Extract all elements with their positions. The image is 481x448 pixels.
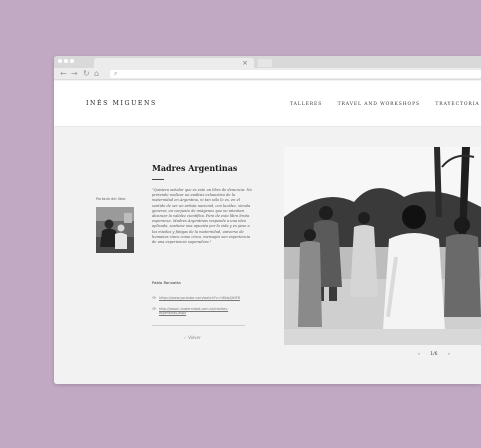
- menu-item-travel-and-workshops[interactable]: TRAVEL AND WORKSHOPS: [338, 102, 420, 107]
- browser-titlebar: ×: [54, 56, 481, 68]
- link-chain-icon: ∞: [152, 295, 157, 301]
- gallery-prev-icon[interactable]: ‹: [418, 352, 420, 357]
- back-link-label: Volver: [188, 335, 201, 340]
- site-header: INÉS MIGUENS TALLERES TRAVEL AND WORKSHO…: [54, 81, 481, 127]
- home-icon[interactable]: ⌂: [94, 68, 99, 80]
- browser-tab[interactable]: ×: [94, 58, 254, 68]
- gallery-next-icon[interactable]: ›: [448, 352, 450, 357]
- main-menu: TALLERES TRAVEL AND WORKSHOPS TRAYECTORI…: [290, 102, 481, 107]
- forward-arrow-icon[interactable]: →: [71, 68, 78, 80]
- gallery-photo[interactable]: [284, 147, 481, 345]
- link-maternidad[interactable]: http://www.i-maternidad.com.ar/madres-ar…: [159, 307, 249, 316]
- menu-item-talleres[interactable]: TALLERES: [290, 102, 322, 107]
- quote-author: Pablo Ronnatta: [152, 280, 181, 285]
- cover-label: Portada del libro: [96, 197, 126, 201]
- search-icon: ⌕: [114, 70, 118, 77]
- back-link[interactable]: ‹ Volver: [184, 335, 201, 340]
- links-divider: [152, 325, 245, 326]
- site-logo[interactable]: INÉS MIGUENS: [86, 100, 157, 107]
- menu-item-trayectoria[interactable]: TRAYECTORIA: [435, 102, 479, 107]
- window-close-dot[interactable]: [58, 59, 62, 63]
- browser-window: × ← → ↻ ⌂ ⌕ INÉS MIGUENS TALLERES TRAVEL…: [54, 56, 481, 384]
- book-cover-image[interactable]: [96, 207, 134, 253]
- back-arrow-icon[interactable]: ←: [60, 68, 67, 80]
- window-minimize-dot[interactable]: [64, 59, 68, 63]
- tab-close-icon[interactable]: ×: [242, 58, 248, 68]
- gallery-counter: 1/6: [430, 352, 438, 357]
- browser-toolbar: ← → ↻ ⌂ ⌕: [54, 68, 481, 80]
- book-quote: "Quisiera señalar que es este un libro d…: [152, 188, 252, 245]
- link-youtube[interactable]: https://www.youtube.com/watch?v=hMdpQKIF…: [159, 296, 249, 300]
- new-tab-button[interactable]: [258, 59, 272, 67]
- address-bar[interactable]: ⌕: [110, 70, 481, 78]
- window-maximize-dot[interactable]: [70, 59, 74, 63]
- reload-icon[interactable]: ↻: [83, 68, 90, 80]
- gallery-pager: ‹ 1/6 ›: [418, 352, 459, 357]
- link-chain-icon: ∞: [152, 306, 157, 312]
- book-title: Madres Argentinas: [152, 163, 238, 173]
- title-divider: [152, 179, 164, 180]
